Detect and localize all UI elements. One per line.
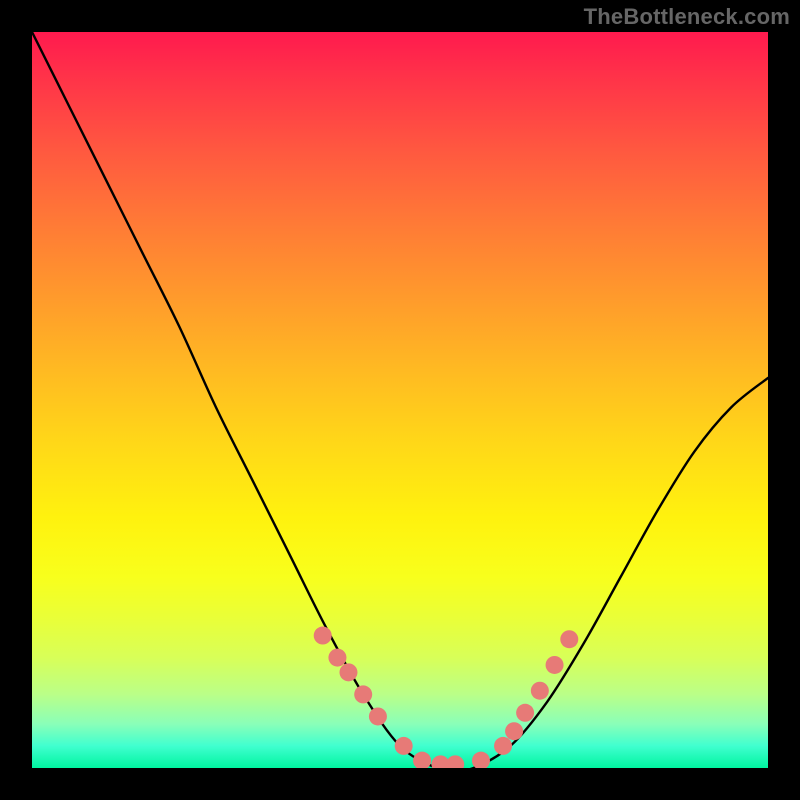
highlight-dot bbox=[560, 630, 578, 648]
chart-frame: TheBottleneck.com bbox=[0, 0, 800, 800]
highlight-dot bbox=[369, 707, 387, 725]
highlight-dot bbox=[314, 627, 332, 645]
watermark-text: TheBottleneck.com bbox=[584, 4, 790, 30]
highlight-dot bbox=[413, 752, 431, 768]
highlight-dot bbox=[494, 737, 512, 755]
highlight-dot bbox=[446, 755, 464, 768]
highlight-dot bbox=[546, 656, 564, 674]
chart-svg bbox=[32, 32, 768, 768]
highlight-dot bbox=[339, 663, 357, 681]
highlight-dots bbox=[314, 627, 579, 768]
highlight-dot bbox=[354, 685, 372, 703]
highlight-dot bbox=[395, 737, 413, 755]
highlight-dot bbox=[472, 752, 490, 768]
highlight-dot bbox=[516, 704, 534, 722]
bottleneck-curve bbox=[32, 32, 768, 768]
highlight-dot bbox=[328, 649, 346, 667]
plot-area bbox=[32, 32, 768, 768]
highlight-dot bbox=[531, 682, 549, 700]
highlight-dot bbox=[505, 722, 523, 740]
